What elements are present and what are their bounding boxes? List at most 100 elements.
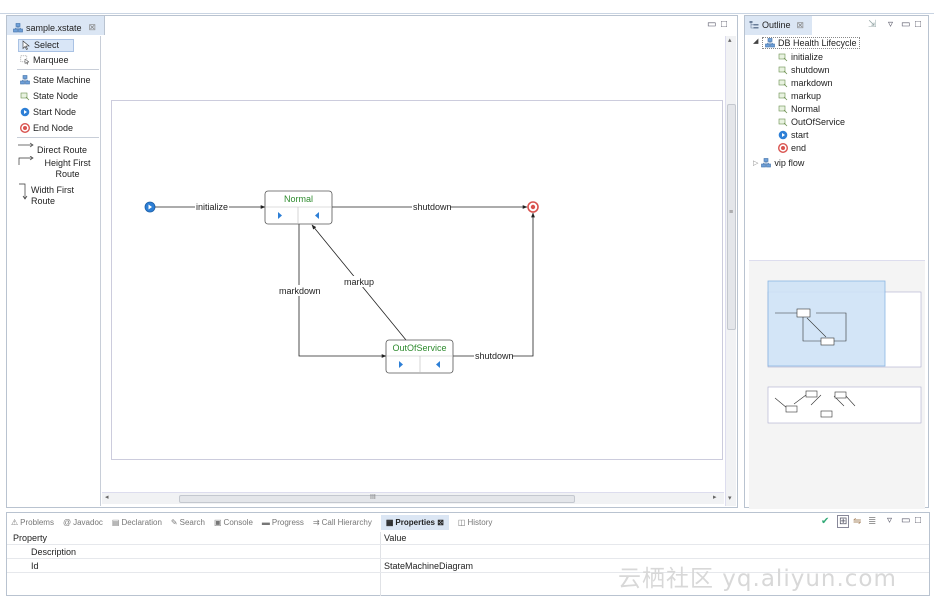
horizontal-scrollbar[interactable]: ◂ III ▸ (102, 492, 724, 504)
tab-console[interactable]: ▣ Console (214, 518, 253, 527)
state-node-icon (20, 92, 30, 101)
scroll-left-icon[interactable]: ◂ (105, 493, 109, 501)
palette-divider (17, 69, 99, 70)
outline-menu-icon[interactable]: ⇲ (868, 19, 876, 30)
tab-progress[interactable]: ▬ Progress (262, 518, 304, 527)
view-menu-icon[interactable]: ▿ (887, 515, 892, 526)
outline-item-outofservice[interactable]: OutOfService (778, 117, 845, 127)
palette: Select Marquee State Machine State Node … (7, 36, 101, 506)
maximize-icon[interactable]: □ (915, 19, 921, 30)
console-icon: ▣ (213, 517, 222, 527)
minimize-icon[interactable]: ▭ (901, 19, 910, 30)
tab-properties[interactable]: ▦ Properties ⊠ (380, 514, 449, 530)
tab-history[interactable]: ◫ History (458, 518, 492, 527)
vertical-scrollbar[interactable]: ▴ ≡ ▾ (725, 36, 736, 506)
outline-item-shutdown[interactable]: shutdown (778, 65, 830, 75)
tab-call-hierarchy[interactable]: ⇉ Call Hierarchy (313, 518, 372, 527)
outline-thumbnail[interactable] (749, 260, 925, 509)
state-node-icon (778, 105, 788, 114)
outline-item-normal[interactable]: Normal (778, 104, 820, 114)
diagram-canvas[interactable]: initialize shutdown markdown markup shut… (102, 36, 724, 494)
palette-item-width-first-route[interactable]: Width First Route (18, 182, 98, 207)
tab-declaration[interactable]: ▤ Declaration (112, 518, 162, 527)
edge-label-markdown: markdown (279, 286, 321, 296)
end-node-icon (778, 143, 788, 153)
outline-item-vip-flow[interactable]: ▷ vip flow (753, 158, 804, 168)
close-icon[interactable]: ⊠ (89, 22, 97, 33)
state-node-title: OutOfService (392, 343, 446, 353)
diagram-svg: initialize shutdown markdown markup shut… (144, 190, 539, 374)
edge-label-markup: markup (344, 277, 374, 287)
window-top-border (0, 13, 934, 14)
transition-icon (778, 66, 788, 75)
maximize-icon[interactable]: □ (721, 19, 727, 30)
palette-item-direct-route[interactable]: Direct Route (18, 142, 87, 156)
outline-item-markup[interactable]: markup (778, 91, 821, 101)
outline-root-item[interactable]: DB Health Lifecycle (762, 37, 860, 49)
state-node-outofservice[interactable]: OutOfService (385, 339, 454, 374)
categories-icon[interactable]: ⊞ (837, 515, 850, 528)
transition-icon (778, 79, 788, 88)
table-header: Property Value (7, 532, 929, 545)
view-menu-icon[interactable]: ▿ (888, 19, 893, 30)
tab-problems[interactable]: ⚠ Problems (11, 518, 54, 527)
outline-icon (749, 21, 759, 29)
scroll-right-icon[interactable]: ▸ (713, 493, 717, 501)
editor-tab[interactable]: sample.xstate ⊠ (7, 16, 106, 35)
state-node-title: Normal (284, 194, 313, 204)
transition-icon (778, 53, 788, 62)
maximize-icon[interactable]: □ (915, 515, 921, 526)
scroll-up-icon[interactable]: ▴ (728, 36, 732, 44)
state-machine-icon (765, 38, 775, 48)
outline-view: Outline ⊠ ⇲ ▿ ▭ □ ◢ DB Health Lifecycle … (744, 15, 929, 509)
transition-shutdown-bottom[interactable] (453, 212, 535, 357)
minimize-icon[interactable]: ▭ (707, 19, 716, 30)
width-first-route-icon (19, 183, 28, 200)
filter-icon[interactable]: ≣ (868, 516, 876, 527)
problems-icon: ⚠ (11, 517, 19, 527)
minimize-icon[interactable]: ▭ (901, 515, 910, 526)
edge-label-shutdown: shutdown (413, 202, 452, 212)
transition-icon (778, 92, 788, 101)
pin-icon[interactable]: ✔ (821, 516, 829, 527)
marquee-icon (20, 55, 30, 65)
start-node-icon (778, 130, 788, 140)
watermark: 云栖社区 yq.aliyun.com (618, 566, 897, 592)
outline-item-initialize[interactable]: initialize (778, 52, 823, 62)
start-node-icon (20, 107, 30, 117)
bottom-tabbar: ⚠ Problems @ Javadoc ▤ Declaration ✎ Search … (7, 513, 929, 531)
outline-item-markdown[interactable]: markdown (778, 78, 833, 88)
outline-item-start[interactable]: start (778, 130, 809, 140)
diagram-editor: sample.xstate ⊠ ▭ □ Select Marquee State… (6, 15, 738, 508)
palette-item-end-node[interactable]: End Node (20, 123, 73, 134)
outline-tab[interactable]: Outline ⊠ (745, 16, 813, 35)
end-node[interactable] (527, 201, 539, 213)
vertical-scroll-thumb[interactable]: ≡ (727, 104, 736, 330)
state-node-normal[interactable]: Normal (264, 190, 333, 225)
tab-search[interactable]: ✎ Search (171, 518, 205, 527)
height-first-route-icon (18, 156, 34, 165)
declaration-icon: ▤ (111, 517, 120, 527)
start-node[interactable] (144, 201, 156, 213)
tab-javadoc[interactable]: @ Javadoc (63, 518, 103, 527)
close-icon[interactable]: ⊠ (797, 20, 805, 35)
expand-icon[interactable]: ▷ (753, 159, 758, 167)
outline-tree-expander[interactable]: ◢ (753, 37, 758, 45)
advanced-properties-icon[interactable]: ⇋ (853, 516, 861, 527)
state-machine-icon (20, 75, 30, 85)
palette-item-state-node[interactable]: State Node (20, 91, 78, 102)
search-icon: ✎ (170, 517, 178, 527)
arrow-cursor-icon (22, 40, 30, 50)
column-header-property: Property (13, 533, 48, 543)
state-machine-icon (761, 158, 772, 168)
palette-item-marquee[interactable]: Marquee (20, 55, 69, 66)
palette-item-start-node[interactable]: Start Node (20, 107, 76, 118)
scroll-down-icon[interactable]: ▾ (728, 494, 732, 502)
javadoc-icon: @ (62, 517, 72, 527)
outline-item-end[interactable]: end (778, 143, 806, 153)
palette-item-state-machine[interactable]: State Machine (20, 75, 91, 86)
palette-item-select[interactable]: Select (18, 39, 75, 52)
table-row[interactable]: Description (7, 546, 929, 559)
horizontal-scroll-thumb[interactable]: III (179, 494, 575, 503)
palette-item-height-first-route[interactable]: Height First Route (18, 156, 98, 180)
